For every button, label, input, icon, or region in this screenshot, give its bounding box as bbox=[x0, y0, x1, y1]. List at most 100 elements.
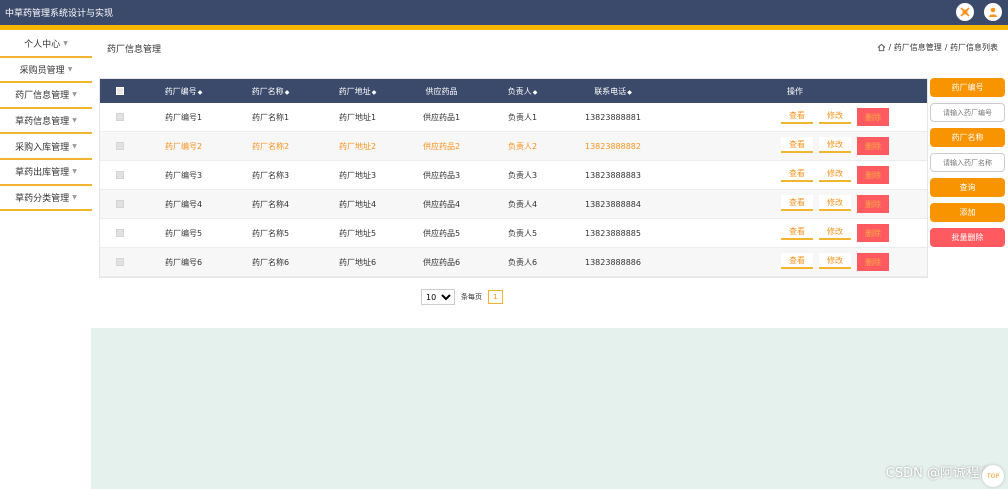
back-to-top-button[interactable]: TOP bbox=[982, 465, 1004, 487]
chevron-down-icon: ▼ bbox=[72, 91, 77, 99]
cell-owner: 负责人6 bbox=[507, 257, 538, 267]
row-checkbox[interactable] bbox=[116, 113, 124, 121]
page-size-select[interactable]: 10 bbox=[421, 289, 455, 305]
sort-icon: ◆ bbox=[627, 88, 632, 96]
per-page-label: 条每页 bbox=[461, 293, 482, 301]
fullscreen-icon[interactable] bbox=[956, 3, 974, 21]
table-row: 药厂编号5 药厂名称5 药厂地址5 供应药品5 负责人5 13823888885 查看 修改删… bbox=[100, 219, 927, 248]
delete-button[interactable]: 删除 bbox=[857, 108, 889, 126]
user-avatar-icon[interactable] bbox=[984, 3, 1002, 21]
sidebar-item-herb-out[interactable]: 草药出库管理 ▼ bbox=[0, 160, 92, 186]
page-title: 药厂信息管理 bbox=[107, 45, 162, 55]
home-icon[interactable] bbox=[877, 43, 886, 52]
cell-phone: 13823888884 bbox=[585, 199, 641, 209]
cell-address: 药厂地址2 bbox=[338, 141, 377, 151]
table-row: 药厂编号1 药厂名称1 药厂地址1 供应药品1 负责人1 13823888881 查看 修改删… bbox=[100, 103, 927, 132]
background-area: CSDN @阿诚程序 bbox=[91, 328, 1008, 489]
column-header-drug: 供应药品 bbox=[425, 86, 458, 96]
cell-drug: 供应药品4 bbox=[422, 199, 461, 209]
sidebar-item-herbs[interactable]: 草药信息管理 ▼ bbox=[0, 109, 92, 135]
cell-name: 药厂名称5 bbox=[251, 228, 290, 238]
sidebar-item-buyers[interactable]: 采购员管理 ▼ bbox=[0, 58, 92, 84]
row-checkbox[interactable] bbox=[116, 258, 124, 266]
sidebar-item-label: 个人中心 bbox=[24, 40, 61, 51]
edit-button[interactable]: 修改 bbox=[819, 195, 851, 211]
factory-code-input[interactable] bbox=[930, 103, 1005, 122]
cell-code: 药厂编号6 bbox=[164, 257, 203, 267]
cell-drug: 供应药品3 bbox=[422, 170, 461, 180]
edit-button[interactable]: 修改 bbox=[819, 108, 851, 124]
column-header-actions: 操作 bbox=[787, 86, 803, 96]
sort-icon: ◆ bbox=[284, 88, 290, 96]
sidebar-item-factories[interactable]: 药厂信息管理 ▼ bbox=[0, 83, 92, 109]
view-button[interactable]: 查看 bbox=[781, 108, 813, 124]
table-row: 药厂编号2 药厂名称2 药厂地址2 供应药品2 负责人2 13823888882 查看 修改删… bbox=[100, 132, 927, 161]
edit-button[interactable]: 修改 bbox=[819, 224, 851, 240]
query-button[interactable]: 查询 bbox=[930, 178, 1005, 197]
cell-code: 药厂编号2 bbox=[164, 141, 203, 151]
top-bar: 中草药管理系统设计与实现 bbox=[0, 0, 1008, 25]
edit-button[interactable]: 修改 bbox=[819, 137, 851, 153]
search-panel: 药厂编号 药厂名称 查询 添加 批量删除 bbox=[930, 78, 1005, 253]
app-title: 中草药管理系统设计与实现 bbox=[5, 9, 114, 19]
delete-button[interactable]: 删除 bbox=[857, 224, 889, 242]
table-row: 药厂编号3 药厂名称3 药厂地址3 供应药品3 负责人3 13823888883 查看 修改删… bbox=[100, 161, 927, 190]
cell-name: 药厂名称2 bbox=[251, 141, 290, 151]
edit-button[interactable]: 修改 bbox=[819, 166, 851, 182]
cell-drug: 供应药品2 bbox=[422, 141, 461, 151]
row-checkbox[interactable] bbox=[116, 229, 124, 237]
cell-owner: 负责人4 bbox=[507, 199, 538, 209]
sort-icon: ◆ bbox=[197, 88, 203, 96]
sidebar-item-profile[interactable]: 个人中心 ▼ bbox=[0, 32, 92, 58]
cell-address: 药厂地址4 bbox=[338, 199, 377, 209]
cell-address: 药厂地址1 bbox=[338, 112, 377, 122]
cell-code: 药厂编号3 bbox=[164, 170, 203, 180]
chevron-down-icon: ▼ bbox=[67, 65, 73, 73]
view-button[interactable]: 查看 bbox=[781, 195, 813, 211]
view-button[interactable]: 查看 bbox=[781, 224, 813, 240]
view-button[interactable]: 查看 bbox=[781, 253, 813, 269]
cell-owner: 负责人1 bbox=[507, 112, 538, 122]
sidebar-item-label: 草药分类管理 bbox=[15, 193, 70, 204]
delete-button[interactable]: 删除 bbox=[857, 253, 889, 271]
cell-phone: 13823888882 bbox=[585, 141, 641, 151]
row-checkbox[interactable] bbox=[116, 200, 124, 208]
table-row: 药厂编号4 药厂名称4 药厂地址4 供应药品4 负责人4 13823888884 查看 修改删… bbox=[100, 190, 927, 219]
cell-address: 药厂地址6 bbox=[338, 257, 377, 267]
row-checkbox[interactable] bbox=[116, 171, 124, 179]
cell-name: 药厂名称6 bbox=[251, 257, 290, 267]
cell-code: 药厂编号4 bbox=[164, 199, 203, 209]
sidebar-item-categories[interactable]: 草药分类管理 ▼ bbox=[0, 186, 92, 212]
cell-owner: 负责人5 bbox=[507, 228, 538, 238]
cell-address: 药厂地址5 bbox=[338, 228, 377, 238]
cell-code: 药厂编号5 bbox=[164, 228, 203, 238]
cell-name: 药厂名称1 bbox=[251, 112, 290, 122]
column-header-phone[interactable]: 联系电话◆ bbox=[563, 86, 663, 97]
cell-drug: 供应药品5 bbox=[422, 228, 461, 238]
column-header-address[interactable]: 药厂地址◆ bbox=[314, 86, 401, 97]
column-header-name[interactable]: 药厂名称◆ bbox=[227, 86, 314, 97]
delete-button[interactable]: 删除 bbox=[857, 166, 889, 184]
delete-button[interactable]: 删除 bbox=[857, 137, 889, 155]
page-button-current[interactable]: 1 bbox=[488, 290, 503, 304]
table-body: 药厂编号1 药厂名称1 药厂地址1 供应药品1 负责人1 13823888881 查看 修改删… bbox=[100, 103, 927, 277]
row-checkbox[interactable] bbox=[116, 142, 124, 150]
edit-button[interactable]: 修改 bbox=[819, 253, 851, 269]
cell-name: 药厂名称4 bbox=[251, 199, 290, 209]
add-button[interactable]: 添加 bbox=[930, 203, 1005, 222]
select-all-checkbox[interactable] bbox=[116, 87, 124, 95]
batch-delete-button[interactable]: 批量删除 bbox=[930, 228, 1005, 247]
breadcrumb-item[interactable]: / 药厂信息管理 bbox=[889, 42, 942, 53]
cell-phone: 13823888881 bbox=[585, 112, 641, 122]
table-row: 药厂编号6 药厂名称6 药厂地址6 供应药品6 负责人6 13823888886 查看 修改删… bbox=[100, 248, 927, 277]
delete-button[interactable]: 删除 bbox=[857, 195, 889, 213]
column-header-code[interactable]: 药厂编号◆ bbox=[140, 86, 227, 97]
sidebar-item-label: 采购员管理 bbox=[19, 65, 65, 76]
cell-code: 药厂编号1 bbox=[164, 112, 203, 122]
cell-drug: 供应药品1 bbox=[422, 112, 461, 122]
factory-name-input[interactable] bbox=[930, 153, 1005, 172]
sidebar-item-purchase-in[interactable]: 采购入库管理 ▼ bbox=[0, 134, 92, 160]
view-button[interactable]: 查看 bbox=[781, 166, 813, 182]
column-header-owner[interactable]: 负责人◆ bbox=[482, 86, 563, 97]
view-button[interactable]: 查看 bbox=[781, 137, 813, 153]
